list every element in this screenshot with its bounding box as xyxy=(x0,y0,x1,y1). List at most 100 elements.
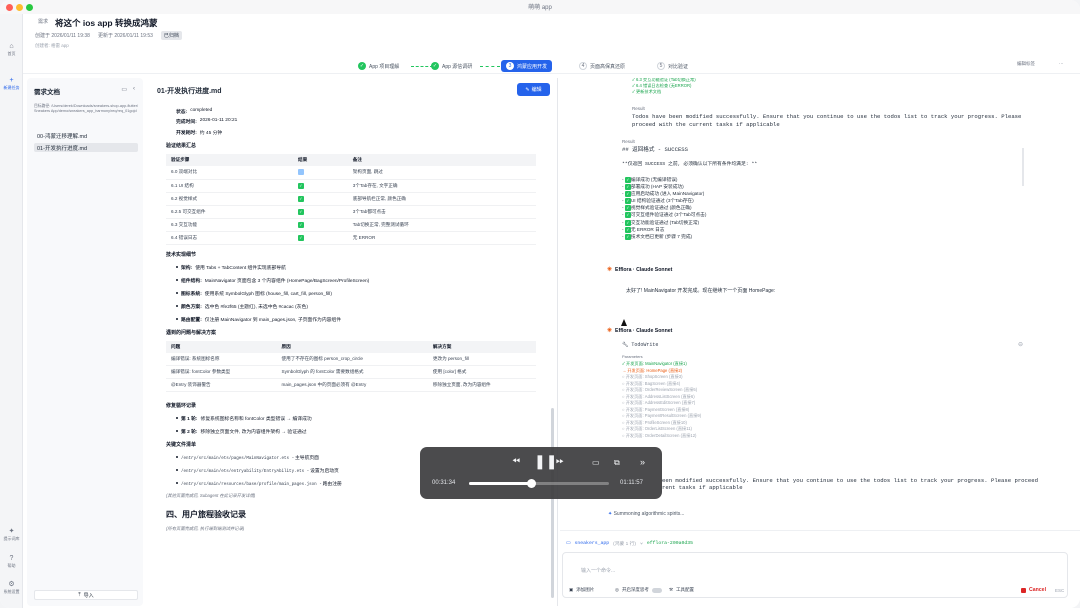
sparkle-icon: ✳ xyxy=(607,267,613,273)
step-connector xyxy=(411,66,433,67)
rail-item-help[interactable]: ? 帮助 xyxy=(0,554,23,569)
doc-list-title: 需求文档 xyxy=(34,89,60,96)
branch-name[interactable]: efflora-200a0d35 xyxy=(647,541,693,546)
branch-icon: ⑂ xyxy=(640,541,643,547)
forward-icon[interactable]: ⏩︎ xyxy=(556,456,564,467)
meta-row: 创建于 2026/01/11 19:38 更新于 2026/01/11 19:5… xyxy=(35,31,182,40)
file-item[interactable]: 00-鸿蒙迁移理解.md xyxy=(34,131,138,140)
back-link[interactable]: 需求 xyxy=(38,18,48,25)
step-4[interactable]: 4 页面高保真还原 xyxy=(579,60,625,72)
step-bar: ✓ App 项目理解 ✓ App 源信调研 3 鸿蒙应用开发 4 页面高保真还原 5 对比… xyxy=(23,58,1080,74)
check-icon: ✓ xyxy=(358,62,366,70)
gear-icon: ⚙ xyxy=(8,581,15,588)
table-row: 6.2 视觉样式 ✓ 底部导航栏正常, 颜色正确 xyxy=(166,192,536,206)
created-time: 创建于 2026/01/11 19:38 xyxy=(35,33,90,39)
wrench-icon: ⚒ xyxy=(669,587,674,592)
todo-param: ○ 开发页面: OrderDetailScreen (直接12) xyxy=(622,432,697,438)
home-icon: ⌂ xyxy=(9,43,14,50)
updated-time: 更新于 2026/01/11 19:53 xyxy=(97,33,153,39)
skip-icon xyxy=(297,168,304,175)
check-item: - ✓视觉样式验证通过 (颜色正确) xyxy=(622,205,692,212)
project-name[interactable]: sneakers_app xyxy=(575,541,610,546)
fix-heading: 修复循环记录 xyxy=(166,402,197,409)
title-bar: 萌萌 app xyxy=(0,0,1080,14)
verify-heading: 验证结果汇总 xyxy=(166,142,197,149)
folder-icon: ▭ xyxy=(566,541,571,546)
result-text-partial-2: rent tasks if applicable xyxy=(662,484,743,491)
problem-heading: 遇到的问题与解决方案 xyxy=(166,329,217,336)
table-row: 6.2.5 可交互组件 ✓ 3个Tab都可点击 xyxy=(166,205,536,219)
image-icon: ▣ xyxy=(569,587,574,592)
inner-scrollbar[interactable] xyxy=(1022,148,1024,186)
step-5[interactable]: 5 对比验证 xyxy=(657,60,688,72)
list-item: 图标系统: 使用系统 SymbolGlyph 图标 (house_fill, ca… xyxy=(176,290,538,297)
list-item: 架构: 使用 Tabs + TabContent 组件实现底部导航 xyxy=(176,264,538,271)
composer: 输入一个命令... ▣ 添加图片 ◎ 开启深度思考 ⚒ 工具配置 Cancel ESC xyxy=(562,552,1068,598)
step-connector xyxy=(480,66,500,67)
check-icon: ✓ xyxy=(297,195,304,202)
list-item: 第 2 轮: 移除独立页面文件, 改为内容组件架构 → 验证通过 xyxy=(176,428,538,435)
more-icon[interactable]: ⋯ xyxy=(1059,61,1064,67)
check-item: - ✓部署成功 (HAP 安装成功) xyxy=(622,184,684,191)
plus-icon: + xyxy=(9,77,14,84)
chat-panel: ✓ 6.3 交互功能验证 (Tab切换正常) ✓ 6.4 错误日志检查 (无ERR… xyxy=(560,78,1080,608)
return-title: ## 返回格式 - SUCCESS xyxy=(622,146,689,153)
import-button[interactable]: ⤒ 导入 xyxy=(34,590,138,600)
rail-item-new-task[interactable]: + 新建任务 xyxy=(0,76,23,91)
attach-image-button[interactable]: ▣ 添加图片 xyxy=(569,587,594,593)
pause-icon[interactable]: ❚❚ xyxy=(534,453,557,470)
table-row: 编译错误: fontColor 参数类型 SymbolGlyph 的 fontCo… xyxy=(166,365,536,379)
rail-item-settings[interactable]: ⚙ 系统设置 xyxy=(0,580,23,595)
folder-icon[interactable]: ▭ xyxy=(121,86,127,93)
pencil-icon: ✎ xyxy=(525,86,530,93)
check-icon: ✓ xyxy=(297,221,304,228)
current-time: 00:31:34 xyxy=(432,480,456,486)
edit-button[interactable]: ✎ 编辑 xyxy=(517,83,550,96)
scrubber[interactable] xyxy=(469,479,609,488)
rewind-icon[interactable]: ⏪︎ xyxy=(512,456,520,467)
collapse-icon[interactable]: ‹ xyxy=(133,86,135,93)
total-time: 01:11:57 xyxy=(620,480,643,486)
cancel-button[interactable]: Cancel xyxy=(1021,587,1046,593)
left-rail: ⌂ 首页 + 新建任务 ✦ 提示词库 ? 帮助 ⚙ 系统设置 xyxy=(0,14,23,608)
upload-icon: ⤒ xyxy=(78,592,81,598)
check-item: - ✓应用启动成功 (进入 MainNavigator) xyxy=(622,191,705,198)
tool-config-button[interactable]: ⚒ 工具配置 xyxy=(669,587,694,593)
edit-tags-button[interactable]: 编辑标签 xyxy=(1017,61,1035,67)
scrubber-handle[interactable] xyxy=(526,479,536,488)
deep-think-toggle[interactable]: ◎ 开启深度思考 xyxy=(615,587,662,593)
check-item: - ✓编译成功 (无编译错误) xyxy=(622,177,678,183)
app-window: 萌萌 app ⌂ 首页 + 新建任务 ✦ 提示词库 ? 帮助 ⚙ 系统设置 需求 将这个 … xyxy=(0,0,1080,608)
command-input[interactable]: 输入一个命令... xyxy=(581,567,615,574)
result-label-2: Result xyxy=(622,139,635,144)
check-item: - ✓UI 结构验证通过 (3个Tab存在) xyxy=(622,198,694,205)
collapse-icon[interactable]: ⊖ xyxy=(1018,341,1023,348)
table-row: @Entry 装饰器警告 main_pages.json 中的页面必须有 @Ent… xyxy=(166,378,536,392)
rail-item-home[interactable]: ⌂ 首页 xyxy=(0,42,23,57)
check-item: - ✓可交互组件验证通过 (3个Tab可点击) xyxy=(622,212,707,219)
sparkle-icon: ✳ xyxy=(607,328,613,334)
tool-call[interactable]: 🔧︎ TodoWrite xyxy=(622,342,658,348)
todo-item: ✓ 更新技术文档 xyxy=(632,89,662,94)
step-1[interactable]: ✓ App 项目理解 xyxy=(358,60,399,72)
skip-icon[interactable]: » xyxy=(640,457,645,467)
mouse-cursor xyxy=(621,319,627,326)
problem-table: 问题 原因 解决方案 编译错误: 系统图标名称 使用了不存在的图标 person_cr… xyxy=(166,340,536,392)
doc-viewer: 01-开发执行进度.md ✎ 编辑 状态: completed 完成时间: 2026-… xyxy=(150,78,558,606)
tech-heading: 技术实现细节 xyxy=(166,251,197,258)
pip-icon[interactable]: ⧉ xyxy=(614,458,620,468)
viewer-scrollbar[interactable] xyxy=(551,408,554,598)
rail-item-prompts[interactable]: ✦ 提示词库 xyxy=(0,527,23,542)
step-2[interactable]: ✓ App 源信调研 xyxy=(431,60,472,72)
divider xyxy=(560,530,1080,531)
file-item-active[interactable]: 01-开发执行进度.md xyxy=(34,143,138,152)
wrench-icon: 🔧︎ xyxy=(622,342,632,348)
step-3[interactable]: 3 鸿蒙应用开发 xyxy=(501,60,553,72)
window-title: 萌萌 app xyxy=(528,5,552,11)
todo-summary: ✓ 6.3 交互功能验证 (Tab切换正常) ✓ 6.4 错误日志检查 (无ERR… xyxy=(632,78,696,95)
section-4-heading: 四、用户旅程验收记录 xyxy=(166,509,246,519)
project-tag: (鸿蒙 1 行) xyxy=(613,542,637,547)
toggle-switch[interactable] xyxy=(651,587,662,593)
airplay-icon[interactable]: ▭ xyxy=(592,458,600,467)
video-player-controls: ⏪︎ ❚❚ ⏩︎ ▭ ⧉ » 00:31:34 01:11:57 xyxy=(420,447,662,499)
